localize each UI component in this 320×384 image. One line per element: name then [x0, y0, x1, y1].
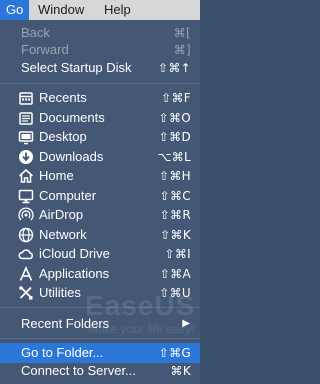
- startup-label: Select Startup Disk: [21, 60, 132, 75]
- menu-item-network[interactable]: Network ⇧⌘K: [0, 225, 200, 245]
- menu-item-home[interactable]: Home ⇧⌘H: [0, 166, 200, 186]
- computer-shortcut: ⇧⌘C: [159, 188, 191, 203]
- menu-separator: [0, 307, 200, 308]
- home-icon: [18, 168, 34, 183]
- documents-icon: [19, 111, 33, 125]
- applications-shortcut: ⇧⌘A: [159, 266, 191, 281]
- network-icon: [18, 227, 34, 242]
- airdrop-label: AirDrop: [39, 207, 84, 222]
- go-to-folder-label: Go to Folder...: [21, 345, 104, 360]
- airdrop-icon: [18, 207, 34, 221]
- icloud-icon: [18, 249, 34, 260]
- home-label: Home: [39, 168, 74, 183]
- connect-label: Connect to Server...: [21, 363, 136, 378]
- startup-shortcut: ⇧⌘↑: [157, 61, 191, 75]
- menu-separator: [0, 338, 200, 339]
- utilities-icon: [19, 286, 33, 300]
- icloud-shortcut: ⇧⌘I: [164, 247, 191, 261]
- forward-label: Forward: [21, 42, 69, 57]
- menu-separator: [0, 83, 200, 84]
- menu-item-connect-to-server[interactable]: Connect to Server... ⌘K: [0, 361, 200, 381]
- utilities-shortcut: ⇧⌘U: [159, 286, 191, 300]
- menu-item-forward: Forward ⌘]: [0, 40, 200, 60]
- menu-item-select-startup-disk[interactable]: Select Startup Disk ⇧⌘↑: [0, 58, 200, 78]
- menu-item-documents[interactable]: Documents ⇧⌘O: [0, 108, 200, 128]
- menu-item-desktop[interactable]: Desktop ⇧⌘D: [0, 127, 200, 147]
- desktop-shortcut: ⇧⌘D: [158, 130, 191, 144]
- menu-go[interactable]: Go: [0, 0, 30, 20]
- documents-shortcut: ⇧⌘O: [158, 110, 191, 125]
- home-shortcut: ⇧⌘H: [159, 169, 191, 183]
- menu-bar: Go Window Help: [0, 0, 200, 20]
- recent-folders-label: Recent Folders: [21, 316, 110, 331]
- network-shortcut: ⇧⌘K: [160, 227, 191, 242]
- downloads-shortcut: ⌥⌘L: [157, 149, 191, 164]
- desktop-icon: [18, 131, 34, 145]
- go-to-folder-shortcut: ⇧⌘G: [158, 346, 191, 360]
- applications-label: Applications: [39, 265, 110, 281]
- computer-label: Computer: [39, 187, 97, 203]
- documents-label: Documents: [39, 109, 105, 125]
- downloads-label: Downloads: [39, 148, 104, 164]
- recents-icon: [19, 92, 33, 105]
- menu-item-downloads[interactable]: Downloads ⌥⌘L: [0, 147, 200, 167]
- airdrop-shortcut: ⇧⌘R: [159, 208, 191, 222]
- icloud-label: iCloud Drive: [39, 246, 110, 261]
- forward-shortcut: ⌘]: [173, 43, 191, 57]
- computer-icon: [18, 189, 34, 203]
- submenu-arrow-icon: ▶: [182, 318, 190, 329]
- connect-shortcut: ⌘K: [170, 364, 191, 378]
- menu-item-applications[interactable]: Applications ⇧⌘A: [0, 264, 200, 284]
- downloads-icon: [19, 149, 33, 164]
- menu-item-icloud-drive[interactable]: iCloud Drive ⇧⌘I: [0, 244, 200, 264]
- network-label: Network: [39, 226, 87, 242]
- menu-item-go-to-folder[interactable]: Go to Folder... ⇧⌘G: [0, 343, 200, 363]
- menu-item-recent-folders[interactable]: Recent Folders ▶: [0, 314, 200, 334]
- menu-item-utilities[interactable]: Utilities ⇧⌘U: [0, 283, 200, 303]
- menu-help[interactable]: Help: [98, 0, 137, 20]
- menu-item-recents[interactable]: Recents ⇧⌘F: [0, 88, 200, 108]
- menu-window[interactable]: Window: [32, 0, 90, 20]
- utilities-label: Utilities: [39, 285, 81, 300]
- menu-item-airdrop[interactable]: AirDrop ⇧⌘R: [0, 205, 200, 225]
- recents-label: Recents: [39, 90, 87, 105]
- recents-shortcut: ⇧⌘F: [161, 91, 191, 105]
- go-menu: Back ⌘[ Forward ⌘] Select Startup Disk ⇧…: [0, 20, 200, 384]
- applications-icon: [19, 265, 33, 281]
- desktop-label: Desktop: [39, 129, 87, 144]
- menu-item-computer[interactable]: Computer ⇧⌘C: [0, 186, 200, 206]
